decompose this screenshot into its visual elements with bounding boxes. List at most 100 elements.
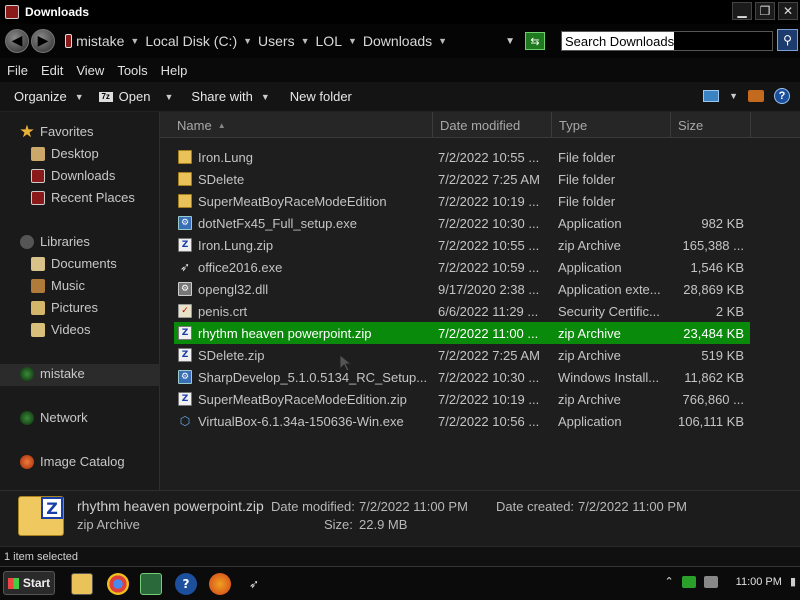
address-history-dropdown-icon[interactable]: ▼: [505, 36, 515, 47]
change-view-icon[interactable]: [703, 90, 720, 102]
file-row[interactable]: ✓ penis.crt 6/6/2022 11:29 ... Security Cer…: [174, 300, 750, 322]
nav-pictures[interactable]: Pictures: [31, 300, 98, 315]
action-center-icon[interactable]: ▮: [790, 575, 796, 588]
nav-libraries[interactable]: Libraries: [20, 234, 90, 249]
nav-image-catalog[interactable]: Image Catalog: [20, 454, 125, 469]
chevron-down-icon[interactable]: ▼: [301, 36, 310, 46]
file-row[interactable]: Iron.Lung 7/2/2022 10:55 ... File folder: [174, 146, 750, 168]
star-icon: [20, 124, 34, 138]
minimize-button[interactable]: ▁: [732, 2, 752, 20]
network-status-icon[interactable]: [681, 575, 696, 588]
chevron-down-icon[interactable]: ▼: [438, 36, 447, 46]
close-button[interactable]: ✕: [778, 2, 798, 20]
file-row[interactable]: Zrhythm heaven powerpoint.zip 7/2/2022 11…: [174, 322, 750, 344]
clock[interactable]: 11:00 PM: [736, 576, 782, 588]
column-header-type[interactable]: Type: [552, 112, 671, 138]
help-taskbar-icon[interactable]: ?: [175, 573, 197, 595]
file-date-modified: 7/2/2022 10:55 ...: [438, 149, 540, 165]
nav-music[interactable]: Music: [31, 278, 85, 293]
column-label: Date modified: [440, 117, 521, 133]
file-row[interactable]: ⬡ VirtualBox-6.1.34a-150636-Win.exe 7/2/20…: [174, 410, 750, 432]
chevron-down-icon[interactable]: ▼: [243, 36, 252, 46]
menu-file[interactable]: File: [7, 63, 28, 78]
installer-icon: ⚙: [178, 370, 192, 384]
preview-pane-icon[interactable]: [748, 90, 764, 102]
nav-videos[interactable]: Videos: [31, 322, 91, 337]
nav-computer[interactable]: mistake: [20, 366, 85, 381]
refresh-icon[interactable]: ⇆: [525, 32, 545, 50]
chevron-down-icon: ▼: [74, 91, 84, 102]
file-type: zip Archive: [558, 325, 621, 341]
breadcrumb-item[interactable]: Local Disk (C:) ▼: [145, 33, 258, 49]
file-row[interactable]: SDelete 7/2/2022 7:25 AM File folder: [174, 168, 750, 190]
column-label: Size: [678, 117, 704, 133]
pictures-icon: [31, 300, 45, 315]
file-row[interactable]: ⚙ opengl32.dll 9/17/2020 2:38 ... Applicati…: [174, 278, 750, 300]
nav-downloads[interactable]: Downloads: [31, 168, 115, 183]
file-size: 106,111 KB: [677, 413, 744, 429]
menu-help[interactable]: Help: [161, 63, 188, 78]
search-input[interactable]: [562, 32, 674, 50]
breadcrumb-item[interactable]: Users ▼: [258, 33, 315, 49]
file-row[interactable]: ⚙ SharpDevelop_5.1.0.5134_RC_Setup... 7/2/…: [174, 366, 750, 388]
file-name-cell: ➶ office2016.exe: [178, 256, 432, 278]
app-taskbar-icon[interactable]: [140, 573, 162, 595]
file-type: Application: [558, 215, 622, 231]
back-arrow-icon[interactable]: ◀: [5, 29, 29, 53]
share-with-button[interactable]: Share with ▼: [191, 89, 269, 104]
file-name: SuperMeatBoyRaceModeEdition.zip: [198, 391, 407, 407]
nav-recent-places[interactable]: Recent Places: [31, 190, 135, 205]
breadcrumb-label: mistake: [76, 33, 125, 49]
start-button[interactable]: Start: [3, 571, 55, 595]
chevron-down-icon[interactable]: ▼: [729, 91, 738, 101]
file-row[interactable]: ⚙ dotNetFx45_Full_setup.exe 7/2/2022 10:30…: [174, 212, 750, 234]
nav-desktop[interactable]: Desktop: [31, 146, 99, 161]
show-hidden-icons-icon[interactable]: ⌃: [664, 575, 673, 588]
file-row[interactable]: Z SuperMeatBoyRaceModeEdition.zip 7/2/2022…: [174, 388, 750, 410]
volume-muted-icon[interactable]: [703, 575, 718, 588]
menu-tools[interactable]: Tools: [117, 63, 147, 78]
file-row[interactable]: SuperMeatBoyRaceModeEdition 7/2/2022 10:1…: [174, 190, 750, 212]
rocket-taskbar-icon[interactable]: ➶: [243, 573, 265, 595]
firefox-taskbar-icon[interactable]: [209, 573, 231, 595]
image-catalog-icon: [20, 454, 34, 469]
file-size: [672, 190, 744, 212]
file-row[interactable]: Z Iron.Lung.zip 7/2/2022 10:55 ... zip Arch…: [174, 234, 750, 256]
file-date-modified: 7/2/2022 10:30 ...: [438, 369, 540, 385]
file-row[interactable]: ➶ office2016.exe 7/2/2022 10:59 ... Applica…: [174, 256, 750, 278]
file-size: [672, 168, 744, 190]
explorer-taskbar-icon[interactable]: [71, 573, 93, 595]
breadcrumb-item[interactable]: Downloads ▼: [363, 33, 453, 49]
column-header-size[interactable]: Size: [671, 112, 751, 138]
column-header-date[interactable]: Date modified: [433, 112, 552, 138]
chevron-down-icon[interactable]: ▼: [164, 92, 173, 102]
nav-network[interactable]: Network: [20, 410, 88, 425]
file-row[interactable]: Z SDelete.zip 7/2/2022 7:25 AM zip Archive 5…: [174, 344, 750, 366]
forward-arrow-icon[interactable]: ▶: [31, 29, 55, 53]
details-modified-value: 7/2/2022 11:00 PM: [359, 499, 468, 514]
help-icon[interactable]: ?: [774, 88, 790, 104]
file-type: Windows Install...: [558, 369, 660, 385]
new-folder-label: New folder: [289, 89, 352, 104]
rocket-icon: ➶: [179, 260, 191, 274]
command-toolbar: Organize ▼ 7z Open ▼ Share with ▼ New fo…: [0, 82, 800, 112]
new-folder-button[interactable]: New folder: [290, 89, 352, 104]
search-icon[interactable]: ⚲: [777, 29, 798, 51]
zip-icon: Z: [178, 348, 192, 362]
column-header-name[interactable]: Name ▲: [170, 112, 433, 138]
breadcrumb-item[interactable]: mistake ▼: [76, 33, 145, 49]
computer-icon: [65, 34, 73, 48]
nav-documents[interactable]: Documents: [31, 256, 117, 271]
file-name-cell: Zrhythm heaven powerpoint.zip: [178, 322, 432, 344]
nav-favorites[interactable]: Favorites: [20, 124, 93, 139]
chrome-taskbar-icon[interactable]: [107, 573, 129, 595]
menu-view[interactable]: View: [76, 63, 104, 78]
organize-button[interactable]: Organize ▼: [14, 89, 84, 104]
restore-button[interactable]: ❐: [755, 2, 775, 20]
breadcrumb[interactable]: mistake ▼ Local Disk (C:) ▼ Users ▼ LOL ▼ Do…: [65, 29, 515, 53]
chevron-down-icon[interactable]: ▼: [348, 36, 357, 46]
chevron-down-icon[interactable]: ▼: [130, 36, 139, 46]
open-button[interactable]: 7z Open ▼: [98, 89, 173, 104]
breadcrumb-item[interactable]: LOL ▼: [316, 33, 363, 49]
menu-edit[interactable]: Edit: [41, 63, 63, 78]
